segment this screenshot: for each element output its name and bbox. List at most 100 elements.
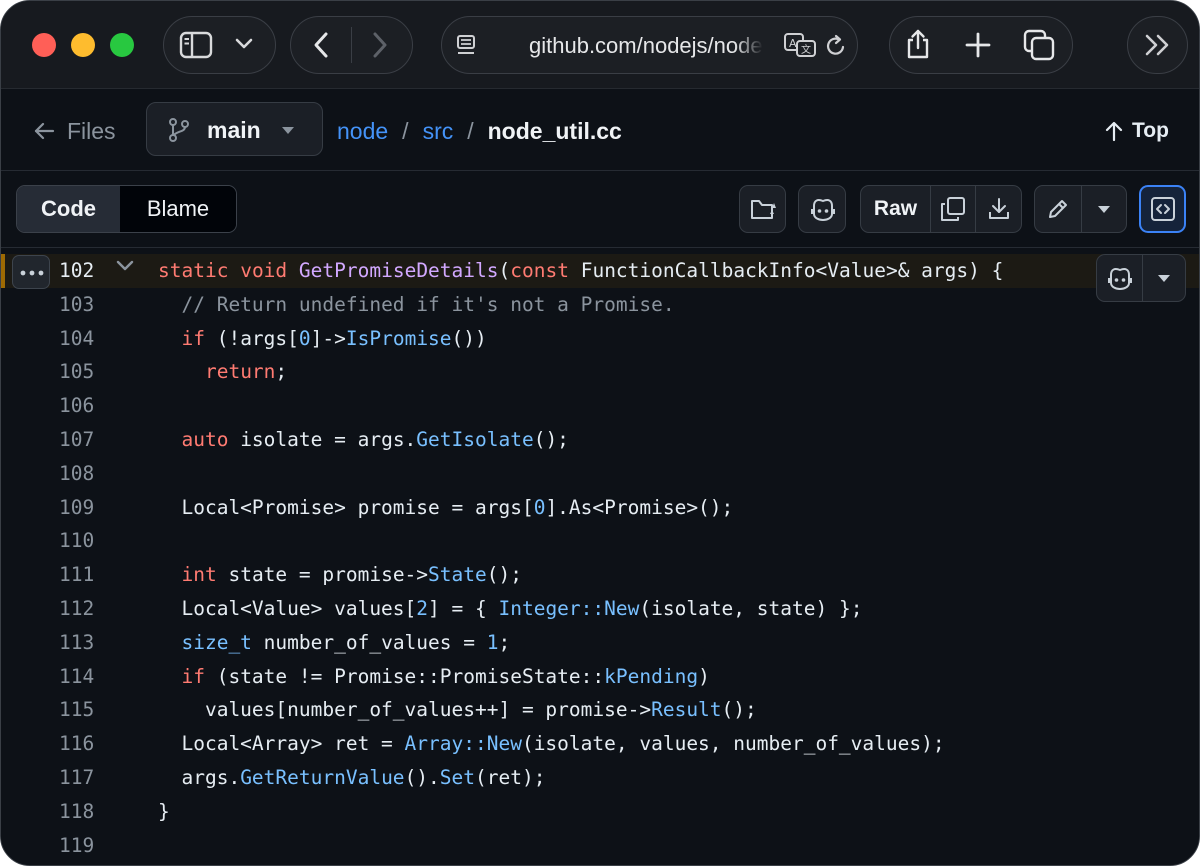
code-token: (isolate, values, number_of_values); bbox=[521, 732, 945, 756]
line-number[interactable]: 108 bbox=[59, 462, 99, 485]
zoom-window-button[interactable] bbox=[110, 33, 134, 57]
code-line: 103 // Return undefined if it's not a Pr… bbox=[1, 288, 1199, 322]
code-token: ) bbox=[698, 664, 710, 688]
current-file-name: node_util.cc bbox=[487, 117, 622, 144]
edit-file-button[interactable] bbox=[1035, 186, 1082, 232]
code-line: 109 Local<Promise> promise = args[0].As<… bbox=[1, 491, 1199, 525]
line-number[interactable]: 111 bbox=[59, 563, 99, 586]
code-text: if (state != Promise::PromiseState::kPen… bbox=[158, 664, 710, 688]
code-token: (ret); bbox=[475, 766, 546, 789]
close-window-button[interactable] bbox=[32, 33, 56, 57]
code-token: values[number_of_values++] = promise-> bbox=[158, 698, 652, 722]
browser-window: github.com/nodejs/node/blob/main/src/nod… bbox=[0, 0, 1200, 866]
code-line: 110 bbox=[1, 524, 1199, 558]
line-number[interactable]: 117 bbox=[59, 766, 99, 789]
code-token: static bbox=[158, 259, 229, 282]
sidebar-icon[interactable] bbox=[179, 31, 213, 59]
line-number[interactable]: 112 bbox=[59, 597, 99, 620]
line-number[interactable]: 116 bbox=[59, 732, 99, 755]
code-text: static void GetPromiseDetails(const Func… bbox=[158, 259, 1003, 282]
files-link[interactable]: Files bbox=[33, 116, 116, 146]
code-token: Set bbox=[439, 766, 476, 789]
code-token: (). bbox=[404, 766, 440, 789]
code-line: 116 Local<Array> ret = Array::New(isolat… bbox=[1, 727, 1199, 761]
ask-copilot-button[interactable] bbox=[1097, 255, 1143, 301]
code-token: state = promise-> bbox=[216, 563, 429, 587]
tab-blame[interactable]: Blame bbox=[120, 186, 236, 232]
code-line: 107 auto isolate = args.GetIsolate(); bbox=[1, 423, 1199, 457]
url-text[interactable]: github.com/nodejs/node/blob/main/src/nod… bbox=[529, 33, 763, 61]
code-line: 104 if (!args[0]->IsPromise()) bbox=[1, 322, 1199, 356]
symbols-panel-button[interactable] bbox=[1139, 185, 1186, 233]
minimize-window-button[interactable] bbox=[71, 33, 95, 57]
copilot-options-button[interactable] bbox=[1143, 255, 1185, 301]
code-token: auto bbox=[181, 428, 229, 451]
translate-icon[interactable]: A 文 bbox=[783, 32, 817, 58]
line-number[interactable]: 106 bbox=[59, 394, 99, 417]
code-line: 112 Local<Value> values[2] = { Integer::… bbox=[1, 592, 1199, 626]
line-number[interactable]: 118 bbox=[59, 800, 99, 823]
code-text: args.GetReturnValue().Set(ret); bbox=[158, 766, 545, 789]
branch-selector[interactable]: main bbox=[146, 102, 323, 156]
copilot-button[interactable] bbox=[798, 185, 846, 233]
code-token: size_t bbox=[181, 630, 252, 654]
pencil-icon bbox=[1049, 200, 1067, 218]
code-token: ] = { bbox=[428, 597, 499, 620]
code-token: // Return undefined if it's not a Promis… bbox=[181, 292, 675, 316]
code-text: auto isolate = args.GetIsolate(); bbox=[158, 428, 568, 451]
code-token: (!args[ bbox=[204, 326, 299, 350]
edit-options-button[interactable] bbox=[1082, 186, 1126, 232]
code-text: Local<Value> values[2] = { Integer::New(… bbox=[158, 597, 862, 620]
plus-icon[interactable] bbox=[965, 32, 991, 58]
breadcrumb-src[interactable]: src bbox=[423, 118, 454, 145]
line-number[interactable]: 119 bbox=[59, 834, 99, 857]
code-token: (state != Promise::PromiseState:: bbox=[204, 664, 605, 688]
arrow-left-icon bbox=[34, 122, 55, 140]
arrow-up-icon bbox=[1105, 121, 1123, 142]
line-number[interactable]: 107 bbox=[59, 428, 99, 451]
back-arrow-icon[interactable] bbox=[311, 31, 331, 59]
code-token: 0 bbox=[533, 495, 546, 519]
fold-chevron-icon[interactable] bbox=[115, 259, 135, 273]
file-tree-button[interactable] bbox=[739, 185, 786, 233]
edit-actions-group bbox=[1034, 185, 1127, 233]
code-line: 105 return; bbox=[1, 355, 1199, 389]
line-number[interactable]: 115 bbox=[59, 698, 99, 721]
chevron-down-icon[interactable] bbox=[235, 38, 253, 50]
breadcrumb-node[interactable]: node bbox=[337, 118, 388, 145]
download-raw-button[interactable] bbox=[976, 186, 1021, 232]
code-text: } bbox=[158, 800, 170, 823]
svg-text:A: A bbox=[789, 37, 797, 50]
code-line: 114 if (state != Promise::PromiseState::… bbox=[1, 660, 1199, 694]
code-token: Local<Array> ret = bbox=[158, 732, 405, 756]
code-token: ( bbox=[498, 259, 511, 282]
code-token: if bbox=[181, 664, 205, 688]
line-number[interactable]: 114 bbox=[59, 665, 99, 688]
forward-arrow-icon[interactable] bbox=[370, 31, 390, 59]
line-number[interactable]: 105 bbox=[59, 360, 99, 383]
line-number[interactable]: 110 bbox=[59, 529, 99, 552]
code-token: IsPromise bbox=[345, 326, 452, 350]
chevrons-right-icon[interactable] bbox=[1143, 33, 1173, 57]
copy-raw-button[interactable] bbox=[931, 186, 976, 232]
line-number[interactable]: 103 bbox=[59, 293, 99, 316]
tabs-icon[interactable] bbox=[1023, 29, 1055, 61]
line-number[interactable]: 104 bbox=[59, 327, 99, 350]
code-token: 1 bbox=[486, 630, 499, 654]
reader-icon[interactable] bbox=[456, 34, 476, 56]
share-icon[interactable] bbox=[904, 28, 932, 60]
line-number[interactable]: 102 bbox=[59, 259, 99, 282]
raw-button[interactable]: Raw bbox=[861, 186, 931, 232]
line-options-button[interactable] bbox=[12, 255, 50, 289]
line-number[interactable]: 113 bbox=[59, 631, 99, 654]
tab-code[interactable]: Code bbox=[17, 186, 120, 232]
reload-icon[interactable] bbox=[825, 34, 847, 58]
caret-down-icon bbox=[1158, 274, 1170, 282]
line-number[interactable]: 109 bbox=[59, 496, 99, 519]
scroll-top-button[interactable]: Top bbox=[1104, 116, 1169, 146]
code-line: 119 bbox=[1, 829, 1199, 863]
